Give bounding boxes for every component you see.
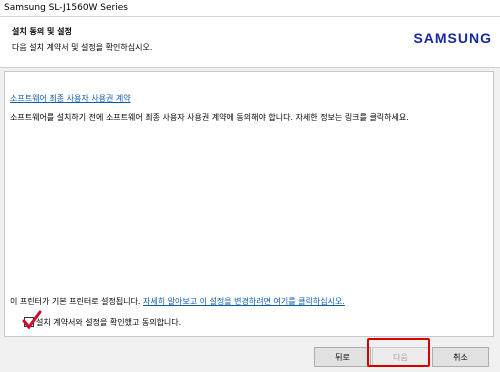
eula-link[interactable]: 소프트웨어 최종 사용자 사용권 계약 [10,93,131,104]
default-printer-text: 이 프린터가 기본 프린터로 설정됩니다. [10,297,144,306]
next-button[interactable]: 다음 [372,347,429,367]
checkmark-icon [22,310,42,329]
cancel-button[interactable]: 취소 [432,347,489,367]
agree-checkbox-row[interactable]: 설치 계약서와 설정을 확인했고 동의합니다. [22,310,181,329]
window-title-bar: Samsung SL-J1560W Series [0,0,500,17]
wizard-footer: 뒤로 다음 취소 [0,338,500,372]
agreement-panel: 소프트웨어 최종 사용자 사용권 계약 소프트웨어를 설치하기 전에 소프트웨어… [4,71,494,337]
agree-checkbox[interactable] [22,310,42,329]
back-button[interactable]: 뒤로 [314,347,371,367]
window-title: Samsung SL-J1560W Series [4,3,128,13]
page-subtitle: 다음 설치 계약서 및 설정을 확인하십시오. [12,43,153,52]
wizard-header: 설치 동의 및 설정 다음 설치 계약서 및 설정을 확인하십시오. SAMSU… [0,17,500,68]
default-printer-notice: 이 프린터가 기본 프린터로 설정됩니다. 자세히 알아보고 이 설정을 변경하… [10,296,345,307]
default-printer-settings-link[interactable]: 자세히 알아보고 이 설정을 변경하려면 여기를 클릭하십시오. [143,297,345,306]
samsung-logo: SAMSUNG [413,30,492,46]
page-title: 설치 동의 및 설정 [12,27,72,36]
agree-label[interactable]: 설치 계약서와 설정을 확인했고 동의합니다. [36,317,181,328]
eula-description: 소프트웨어를 설치하기 전에 소프트웨어 최종 사용자 사용권 계약에 동의해야… [10,113,409,122]
